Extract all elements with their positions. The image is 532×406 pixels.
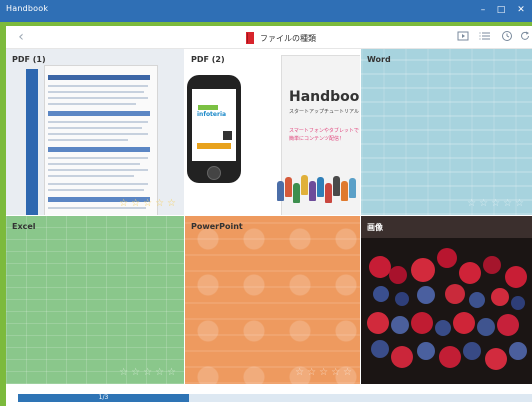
list-icon[interactable] bbox=[478, 30, 492, 44]
slide-title: Handbook bbox=[289, 89, 360, 105]
tile-pdf-1[interactable]: PDF (1) ☆ ☆ ☆ ☆ ☆ bbox=[6, 49, 184, 215]
star-icon[interactable]: ☆ bbox=[143, 199, 152, 209]
rating-stars[interactable]: ☆ ☆ ☆ ☆ ☆ bbox=[119, 199, 176, 209]
window-title-bar: Handbook – □ ✕ bbox=[0, 0, 532, 22]
logo-mark bbox=[198, 105, 218, 110]
star-icon[interactable]: ☆ bbox=[467, 199, 476, 209]
star-icon[interactable]: ☆ bbox=[307, 368, 316, 378]
tile-excel[interactable]: Excel ☆ ☆ ☆ ☆ ☆ bbox=[6, 216, 184, 384]
close-button[interactable]: ✕ bbox=[514, 3, 528, 17]
tile-pdf-2[interactable]: PDF (2) infoteria Handbook スタートアップチュートリア… bbox=[185, 49, 360, 215]
star-icon[interactable]: ☆ bbox=[131, 199, 140, 209]
badge-strip bbox=[197, 143, 231, 149]
rating-stars[interactable]: ☆ ☆ ☆ ☆ ☆ bbox=[119, 368, 176, 378]
clock-icon[interactable] bbox=[500, 30, 514, 44]
chevron-left-icon[interactable]: ‹ bbox=[14, 28, 28, 46]
app-header: ‹ ファイルの種類 bbox=[6, 26, 532, 49]
star-icon[interactable]: ☆ bbox=[155, 199, 164, 209]
brand-name: infoteria bbox=[197, 111, 227, 118]
berries-photo bbox=[361, 216, 532, 384]
star-icon[interactable]: ☆ bbox=[167, 199, 176, 209]
star-icon[interactable]: ☆ bbox=[343, 368, 352, 378]
tile-label: PDF (1) bbox=[12, 55, 46, 64]
tile-word[interactable]: Word ☆ ☆ ☆ ☆ ☆ bbox=[361, 49, 532, 215]
tile-powerpoint[interactable]: PowerPoint ☆ ☆ ☆ ☆ ☆ bbox=[185, 216, 360, 384]
star-icon[interactable]: ☆ bbox=[119, 199, 128, 209]
star-icon[interactable]: ☆ bbox=[167, 368, 176, 378]
rating-stars[interactable]: ☆ ☆ ☆ ☆ ☆ bbox=[467, 199, 524, 209]
star-icon[interactable]: ☆ bbox=[295, 368, 304, 378]
page-title: ファイルの種類 bbox=[260, 33, 316, 43]
star-icon[interactable]: ☆ bbox=[119, 368, 128, 378]
tile-label: Excel bbox=[12, 222, 36, 231]
minimize-button[interactable]: – bbox=[476, 3, 490, 17]
maximize-button[interactable]: □ bbox=[494, 3, 508, 17]
tile-label: PowerPoint bbox=[191, 222, 243, 231]
play-icon[interactable] bbox=[456, 30, 470, 44]
header-title-group: ファイルの種類 bbox=[246, 30, 316, 46]
slide-caption-1: スマートフォンやタブレットで bbox=[289, 128, 359, 134]
star-icon[interactable]: ☆ bbox=[319, 368, 328, 378]
rating-stars[interactable]: ☆ ☆ ☆ ☆ ☆ bbox=[295, 368, 352, 378]
star-icon[interactable]: ☆ bbox=[515, 199, 524, 209]
star-icon[interactable]: ☆ bbox=[143, 368, 152, 378]
tile-label: Word bbox=[367, 55, 391, 64]
phone-graphic bbox=[187, 75, 241, 183]
slide-subtitle: スタートアップチュートリアル bbox=[289, 109, 359, 115]
star-icon[interactable]: ☆ bbox=[503, 199, 512, 209]
tile-image[interactable]: 画像 bbox=[361, 216, 532, 384]
pagination-bar: 1/3 bbox=[6, 384, 532, 406]
tile-label: PDF (2) bbox=[191, 55, 225, 64]
book-icon bbox=[246, 32, 254, 44]
star-icon[interactable]: ☆ bbox=[331, 368, 340, 378]
tile-label: 画像 bbox=[367, 223, 383, 232]
qr-code-icon bbox=[223, 131, 232, 140]
window-title: Handbook bbox=[6, 4, 49, 13]
refresh-icon[interactable] bbox=[518, 30, 532, 44]
star-icon[interactable]: ☆ bbox=[131, 368, 140, 378]
slide-caption-2: 簡単にコンテンツ配信！ bbox=[289, 136, 345, 142]
page-indicator: 1/3 bbox=[98, 394, 109, 401]
page-progress-track[interactable]: 1/3 bbox=[18, 394, 532, 402]
star-icon[interactable]: ☆ bbox=[491, 199, 500, 209]
star-icon[interactable]: ☆ bbox=[479, 199, 488, 209]
star-icon[interactable]: ☆ bbox=[155, 368, 164, 378]
